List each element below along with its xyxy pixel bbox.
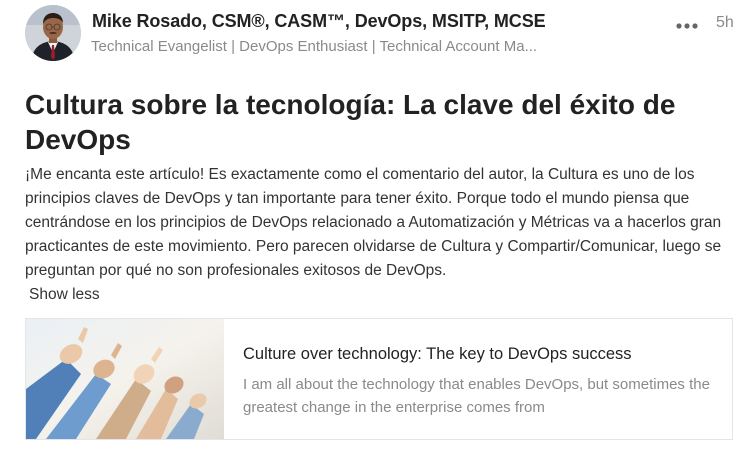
author-avatar[interactable] [25,5,81,61]
article-thumbnail [26,319,224,439]
post-body: ¡Me encanta este artículo! Es exactament… [25,163,725,307]
author-photo [25,5,81,61]
link-card-title[interactable]: Culture over technology: The key to DevO… [243,345,632,364]
post-title: Cultura sobre la tecnología: La clave de… [25,89,676,155]
more-horizontal-icon[interactable] [673,17,703,33]
post-body-text: ¡Me encanta este artículo! Es exactament… [25,166,722,279]
link-card-description: I am all about the technology that enabl… [243,376,710,416]
post-timestamp: 5h [716,14,734,31]
feed-post: Mike Rosado, CSM®, CASM™, DevOps, MSITP,… [0,0,752,455]
show-less-link[interactable]: Show less [29,286,100,303]
author-headline: Technical Evangelist | DevOps Enthusiast… [91,38,538,55]
author-name[interactable]: Mike Rosado, CSM®, CASM™, DevOps, MSITP,… [92,11,546,32]
article-link-card[interactable]: Culture over technology: The key to DevO… [25,318,733,440]
